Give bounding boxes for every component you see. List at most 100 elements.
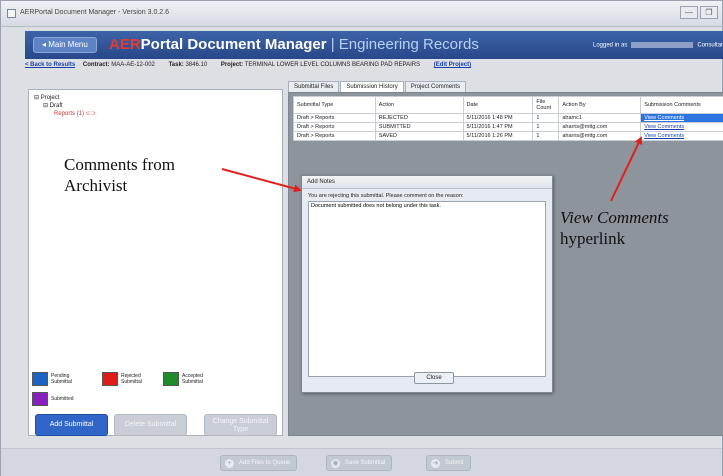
dialog-title: Add Notes [302, 176, 552, 189]
table-row[interactable]: Draft > Reports SAVED 5/11/2016 1:26 PM … [293, 131, 723, 141]
change-submittal-type-button[interactable]: Change Submittal Type [204, 414, 277, 436]
dialog-prompt: You are rejecting this submittal. Please… [308, 193, 464, 199]
add-notes-dialog: Add Notes You are rejecting this submitt… [301, 175, 553, 393]
project-value: TERMINAL LOWER LEVEL COLUMNS BEARING PAD… [244, 62, 421, 68]
app-icon [7, 9, 16, 18]
cell-action: SUBMITTED [374, 122, 464, 132]
rejected-swatch [102, 372, 118, 386]
cell-action: REJECTED [374, 113, 464, 123]
submit-icon: ➜ [431, 459, 440, 468]
column-header[interactable]: Action By [558, 96, 642, 114]
cell-submittal-type: Draft > Reports [293, 122, 376, 132]
view-comments-annotation-line2: hyperlink [560, 229, 626, 248]
cell-action-by: ahamc1 [558, 113, 642, 123]
redacted-username [631, 42, 694, 48]
pending-swatch [32, 372, 48, 386]
section-title: Engineering Records [338, 36, 479, 53]
edit-project-link[interactable]: (Edit Project) [434, 62, 471, 68]
view-comments-link[interactable]: View Comments [640, 113, 723, 123]
title-bar: AERPortal Document Manager - Version 3.0… [1, 1, 722, 27]
tree-node-draft[interactable]: ⊟ Draft [34, 102, 96, 110]
app-name: AERPortal Document Manager | Engineering… [109, 36, 479, 53]
app-header: ◂ Main Menu AERPortal Document Manager |… [25, 31, 723, 59]
view-comments-annotation: View Comments hyperlink [560, 207, 669, 249]
save-submittal-button[interactable]: ◉ Save Submittal [326, 455, 393, 471]
cell-date: 5/11/2016 1:48 PM [462, 113, 534, 123]
header-separator: | [326, 36, 339, 53]
archivist-annotation-line1: Comments from [64, 155, 175, 174]
table-header-row: Submittal Type Action Date File Count Ac… [293, 96, 723, 114]
cell-file-count: 1 [532, 122, 560, 132]
link-icon: ⊂⊃ [85, 111, 96, 117]
back-to-results-link[interactable]: < Back to Results [25, 62, 75, 68]
cell-action: SAVED [374, 131, 464, 141]
column-header[interactable]: File Count [532, 96, 560, 114]
add-files-label: Add Files to Queue [239, 460, 291, 466]
project-label: Project: [220, 62, 244, 68]
legend-label-accepted: Accepted Submittal [182, 373, 203, 385]
save-label: Save Submittal [345, 460, 386, 466]
project-tree: ⊟ Project ⊟ Draft Reports (1) ⊂⊃ [34, 94, 96, 118]
column-header[interactable]: Submittal Type [293, 96, 376, 114]
minimize-button[interactable]: — [680, 6, 698, 19]
cell-file-count: 1 [532, 113, 560, 123]
legend-label-pending: Pending Submittal [51, 373, 72, 385]
view-comments-link[interactable]: View Comments [640, 131, 723, 141]
save-icon: ◉ [331, 459, 340, 468]
contract-label: Contract: [82, 62, 110, 68]
tab-submittal-files[interactable]: Submittal Files [288, 81, 340, 92]
cell-action-by: aharris@mttg.com [558, 122, 642, 132]
delete-submittal-button[interactable]: Delete Submittal [114, 414, 187, 436]
legend-item-submitted: Submitted [32, 392, 74, 406]
add-submittal-button[interactable]: Add Submittal [35, 414, 108, 436]
archivist-annotation-line2: Archivist [64, 176, 128, 195]
view-comments-annotation-line1: View Comments [560, 208, 669, 227]
logged-in-info: Logged in as Consultant [593, 42, 723, 49]
legend-item-pending: Pending Submittal [32, 372, 77, 386]
contract-value: MAA-AE-12-002 [111, 62, 155, 68]
table-row[interactable]: Draft > Reports SUBMITTED 5/11/2016 1:47… [293, 122, 723, 132]
tab-project-comments[interactable]: Project Comments [404, 81, 467, 92]
table-row[interactable]: Draft > Reports REJECTED 5/11/2016 1:48 … [293, 113, 723, 123]
tree-node-reports[interactable]: Reports (1) ⊂⊃ [34, 110, 96, 118]
archivist-annotation: Comments from Archivist [64, 154, 175, 196]
task-label: Task: [168, 62, 184, 68]
window-controls: — ❐ [680, 6, 718, 19]
submit-label: Submit [445, 460, 464, 466]
submitted-swatch [32, 392, 48, 406]
main-menu-button[interactable]: ◂ Main Menu [33, 37, 97, 53]
footer-toolbar: + Add Files to Queue ◉ Save Submittal ➜ Sub… [1, 448, 722, 476]
cell-submittal-type: Draft > Reports [293, 131, 376, 141]
notes-textarea[interactable]: Document submitted does not belong under… [308, 201, 546, 377]
column-header[interactable]: Date [462, 96, 534, 114]
legend-label-submitted: Submitted [51, 396, 74, 402]
task-value: 3846.10 [185, 62, 208, 68]
add-files-to-queue-button[interactable]: + Add Files to Queue [220, 455, 298, 471]
detail-tabs: Submittal Files Submission History Proje… [288, 81, 467, 92]
column-header[interactable]: Action [374, 96, 464, 114]
close-button[interactable]: Close [414, 372, 454, 384]
cell-submittal-type: Draft > Reports [293, 113, 376, 123]
user-role: Consultant [697, 42, 723, 49]
cell-action-by: aharris@mttg.com [558, 131, 642, 141]
tab-submission-history[interactable]: Submission History [340, 81, 404, 92]
submit-button[interactable]: ➜ Submit [426, 455, 471, 471]
column-header[interactable]: Submission Comments [640, 96, 723, 114]
plus-icon: + [225, 459, 234, 468]
view-comments-link[interactable]: View Comments [640, 122, 723, 132]
tree-node-reports-label: Reports (1) [54, 111, 85, 117]
app-name-text: Portal Document Manager [140, 36, 327, 53]
cell-date: 5/11/2016 1:26 PM [462, 131, 534, 141]
window-title: AERPortal Document Manager - Version 3.0… [20, 9, 170, 16]
logged-in-label: Logged in as [593, 42, 628, 49]
legend-item-rejected: Rejected Submittal [102, 372, 147, 386]
brand-prefix: AER [109, 36, 141, 53]
legend-item-accepted: Accepted Submittal [163, 372, 208, 386]
cell-date: 5/11/2016 1:47 PM [462, 122, 534, 132]
submission-history-table: Submittal Type Action Date File Count Ac… [293, 96, 723, 141]
project-info-bar: < Back to Results Contract: MAA-AE-12-00… [25, 62, 723, 72]
accepted-swatch [163, 372, 179, 386]
maximize-button[interactable]: ❐ [700, 6, 718, 19]
legend-label-rejected: Rejected Submittal [121, 373, 142, 385]
tree-node-project[interactable]: ⊟ Project [34, 94, 96, 102]
